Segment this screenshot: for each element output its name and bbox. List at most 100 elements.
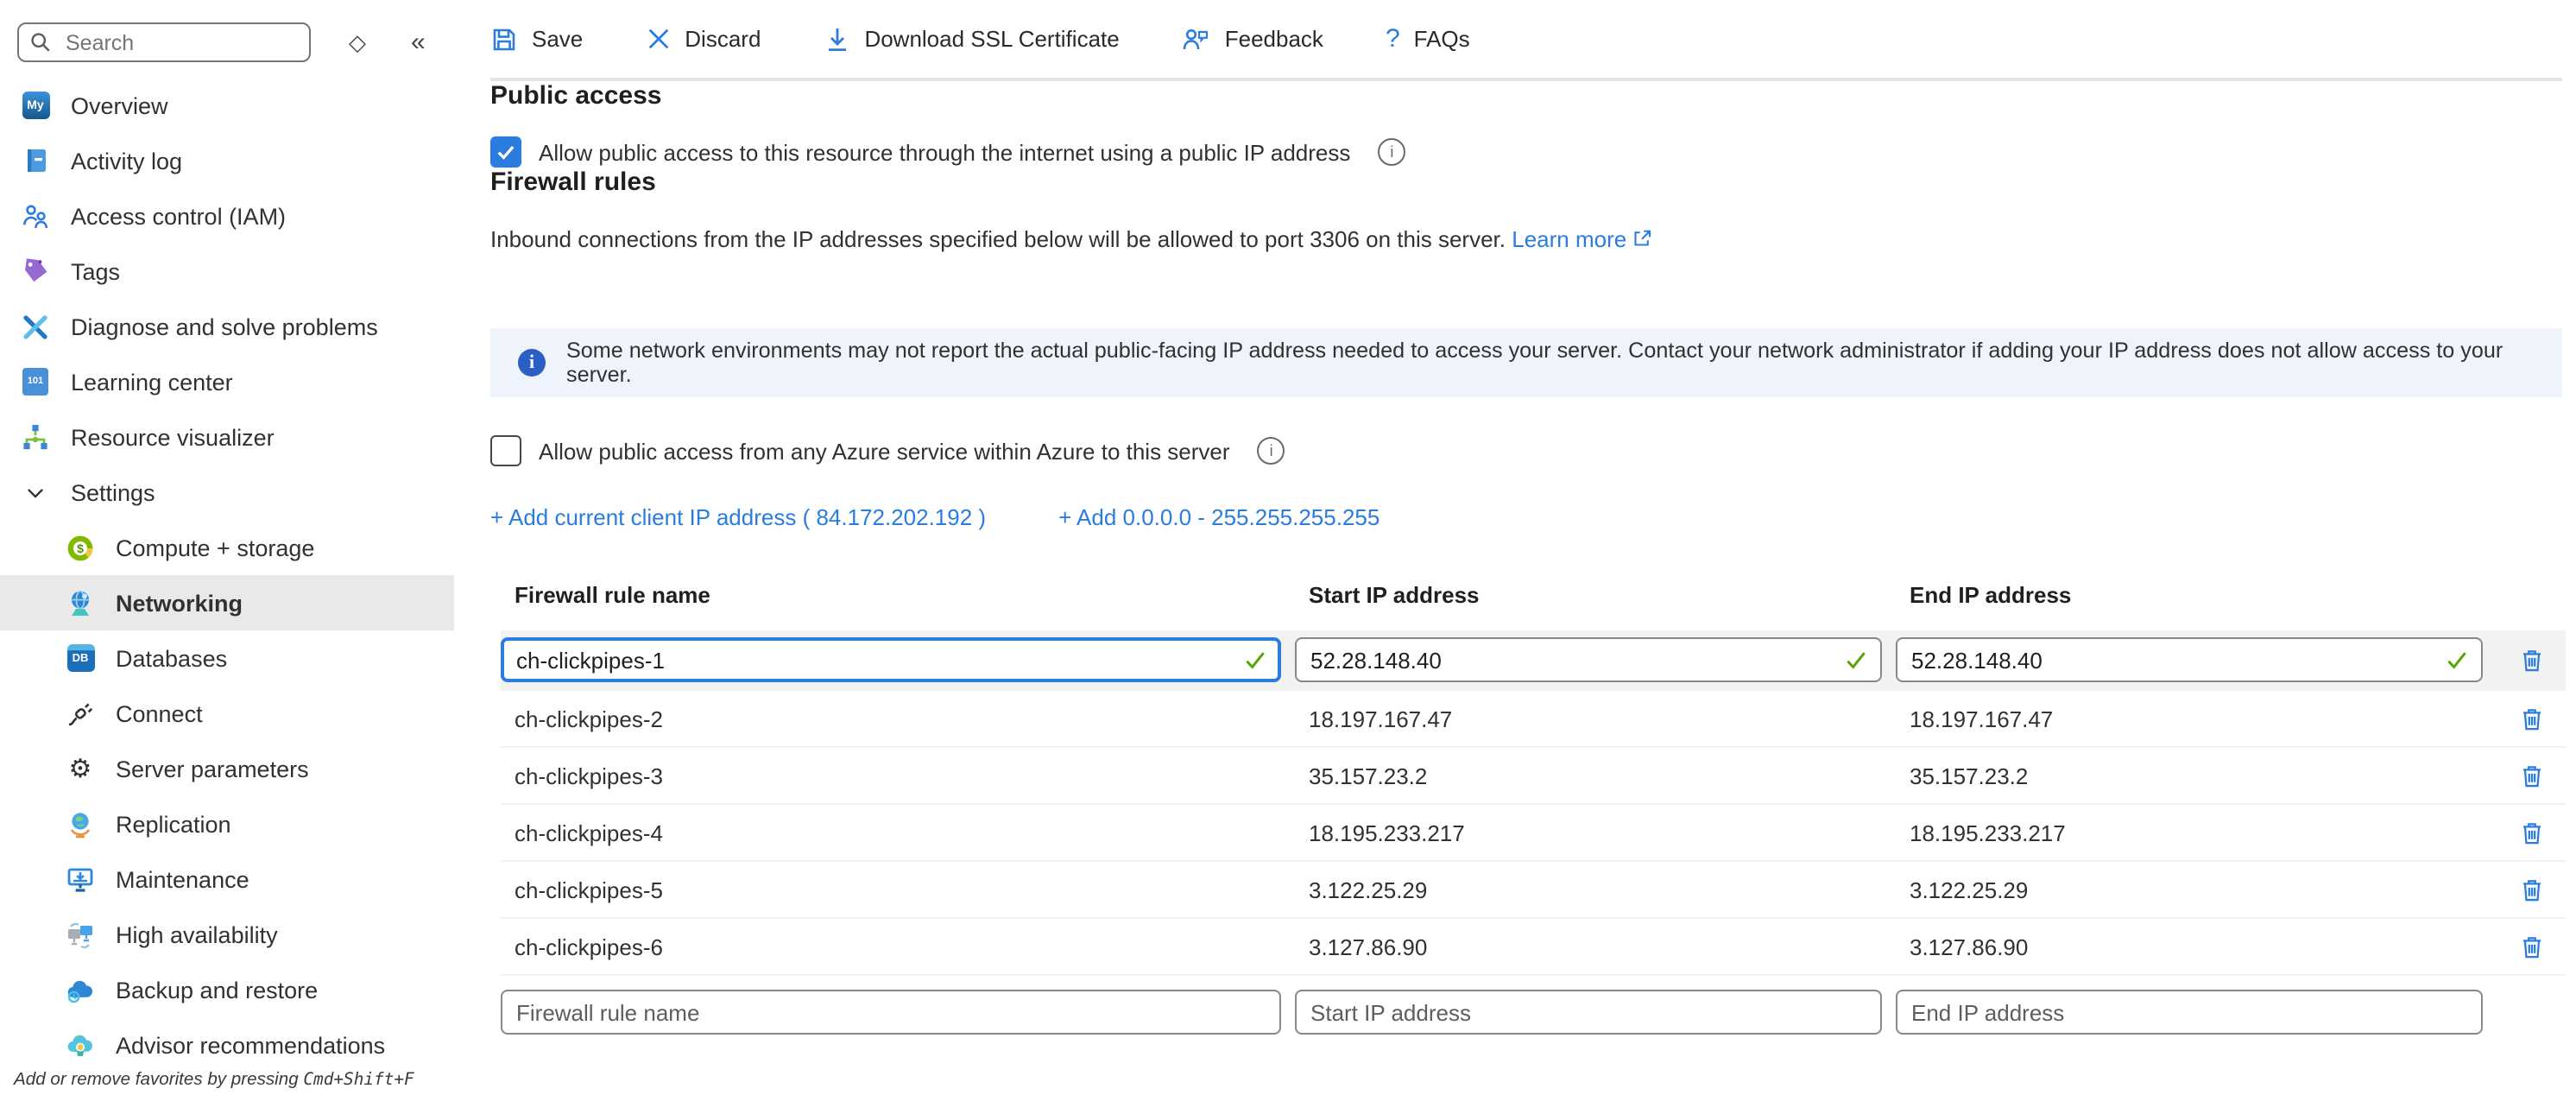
sidebar-item-label: Databases: [116, 645, 227, 671]
resource-menu-sidebar: ◇ « My Overview Activity log Access cont…: [0, 0, 454, 1095]
server-parameters-gear-icon: ⚙: [66, 754, 95, 783]
sidebar-item-learning-center[interactable]: 101 Learning center: [0, 354, 454, 409]
sidebar-item-label: Activity log: [71, 148, 182, 174]
activity-log-icon: [21, 146, 50, 175]
info-icon[interactable]: i: [1378, 138, 1405, 166]
azure-services-checkbox[interactable]: [490, 435, 521, 466]
sidebar-item-networking[interactable]: Networking: [0, 575, 454, 630]
sidebar-item-label: Tags: [71, 258, 120, 284]
trash-icon: [2518, 647, 2544, 673]
rule-name-cell: ch-clickpipes-6: [501, 934, 1281, 959]
public-access-heading: Public access: [490, 81, 2562, 111]
new-start-ip-input[interactable]: [1295, 990, 1882, 1035]
collapse-sidebar-icon[interactable]: «: [411, 28, 422, 57]
info-icon[interactable]: i: [1258, 437, 1285, 465]
replication-globe-icon: [66, 809, 95, 839]
azure-services-checkbox-label: Allow public access from any Azure servi…: [539, 438, 1230, 464]
sidebar-item-label: High availability: [116, 921, 278, 947]
add-all-ips-link[interactable]: + Add 0.0.0.0 - 255.255.255.255: [1058, 504, 1380, 530]
faqs-label: FAQs: [1414, 26, 1470, 52]
sidebar-item-connect[interactable]: Connect: [0, 686, 454, 741]
search-box[interactable]: [17, 22, 311, 62]
download-ssl-certificate-button[interactable]: Download SSL Certificate: [823, 25, 1119, 53]
sidebar-item-compute-storage[interactable]: $ Compute + storage: [0, 520, 454, 575]
sidebar-item-replication[interactable]: Replication: [0, 796, 454, 851]
azure-services-checkbox-row: Allow public access from any Azure servi…: [490, 435, 2562, 466]
search-input[interactable]: [62, 28, 299, 56]
delete-rule-button[interactable]: [2510, 639, 2552, 680]
advisor-recommendations-icon: [66, 1030, 95, 1060]
firewall-rule-row: ch-clickpipes-5 3.122.25.29 3.122.25.29: [501, 860, 2566, 917]
public-access-checkbox[interactable]: [490, 136, 521, 168]
favorites-note: Add or remove favorites by pressing Cmd+…: [14, 1071, 414, 1090]
backup-restore-cloud-icon: [66, 975, 95, 1004]
chevron-down-icon: [21, 478, 50, 507]
sidebar-search-row: ◇ «: [17, 22, 440, 62]
new-end-ip-input[interactable]: [1896, 990, 2483, 1035]
sidebar-item-resource-visualizer[interactable]: Resource visualizer: [0, 409, 454, 465]
rule-name-cell: ch-clickpipes-2: [501, 706, 1281, 731]
firewall-table-header: Firewall rule name Start IP address End …: [501, 582, 2566, 608]
add-client-ip-link[interactable]: + Add current client IP address ( 84.172…: [490, 504, 986, 530]
save-button[interactable]: Save: [490, 25, 583, 53]
sidebar-item-label: Networking: [116, 590, 243, 616]
sidebar-item-label: Maintenance: [116, 866, 249, 892]
diamond-icon[interactable]: ◇: [349, 28, 366, 56]
sidebar-item-label: Backup and restore: [116, 977, 318, 1003]
sidebar-item-label: Overview: [71, 92, 168, 118]
public-access-checkbox-row: Allow public access to this resource thr…: [490, 136, 2562, 168]
sidebar-item-activity-log[interactable]: Activity log: [0, 133, 454, 188]
trash-icon: [2518, 706, 2544, 731]
rule-name-cell: ch-clickpipes-4: [501, 820, 1281, 845]
end-ip-cell: 35.157.23.2: [1896, 763, 2483, 788]
sidebar-item-backup-restore[interactable]: Backup and restore: [0, 962, 454, 1017]
sidebar-item-label: Advisor recommendations: [116, 1032, 385, 1058]
rule-name-cell: ch-clickpipes-3: [501, 763, 1281, 788]
sidebar-item-high-availability[interactable]: High availability: [0, 907, 454, 962]
networking-icon: [66, 588, 95, 617]
sidebar-item-server-parameters[interactable]: ⚙ Server parameters: [0, 741, 454, 796]
sidebar-item-advisor[interactable]: Advisor recommendations: [0, 1017, 454, 1073]
sidebar-item-label: Learning center: [71, 369, 233, 395]
discard-button[interactable]: Discard: [645, 26, 761, 52]
delete-rule-button[interactable]: [2510, 869, 2552, 910]
new-rule-name-input[interactable]: [501, 990, 1281, 1035]
end-ip-input[interactable]: [1896, 637, 2483, 682]
column-header-rule-name: Firewall rule name: [501, 582, 1281, 608]
favorites-shortcut: Cmd+Shift+F: [303, 1071, 414, 1090]
learn-more-link[interactable]: Learn more: [1512, 226, 1652, 252]
add-rule-links: + Add current client IP address ( 84.172…: [490, 504, 2562, 530]
sidebar-item-label: Compute + storage: [116, 535, 314, 560]
delete-rule-button[interactable]: [2510, 926, 2552, 967]
sidebar-item-tags[interactable]: Tags: [0, 244, 454, 299]
favorites-note-text: Add or remove favorites by pressing: [14, 1071, 303, 1090]
sidebar-item-overview[interactable]: My Overview: [0, 78, 454, 133]
trash-icon: [2518, 763, 2544, 788]
sidebar-item-label: Resource visualizer: [71, 424, 275, 450]
sidebar-item-databases[interactable]: DB Databases: [0, 630, 454, 686]
resource-visualizer-icon: [21, 422, 50, 452]
end-ip-cell: 18.197.167.47: [1896, 706, 2483, 731]
external-link-icon: [1632, 228, 1652, 249]
column-header-start-ip: Start IP address: [1295, 582, 1882, 608]
delete-rule-button[interactable]: [2510, 755, 2552, 796]
faqs-button[interactable]: ? FAQs: [1386, 24, 1470, 54]
trash-icon: [2518, 820, 2544, 845]
svg-text:$: $: [77, 541, 84, 554]
rule-name-input[interactable]: [501, 637, 1281, 682]
start-ip-input[interactable]: [1295, 637, 1882, 682]
feedback-button[interactable]: Feedback: [1182, 24, 1323, 54]
sidebar-menu: My Overview Activity log Access control …: [0, 78, 454, 1073]
sidebar-item-maintenance[interactable]: Maintenance: [0, 851, 454, 907]
delete-rule-button[interactable]: [2510, 698, 2552, 739]
discard-icon: [645, 26, 671, 52]
delete-rule-button[interactable]: [2510, 812, 2552, 853]
sidebar-item-diagnose[interactable]: Diagnose and solve problems: [0, 299, 454, 354]
end-ip-cell: 3.122.25.29: [1896, 877, 2483, 902]
sidebar-group-settings[interactable]: Settings: [0, 465, 454, 520]
sidebar-item-access-control[interactable]: Access control (IAM): [0, 188, 454, 244]
access-control-icon: [21, 201, 50, 231]
checkmark-icon: [496, 142, 516, 162]
compute-storage-icon: $: [66, 533, 95, 562]
firewall-description: Inbound connections from the IP addresse…: [490, 226, 2562, 252]
